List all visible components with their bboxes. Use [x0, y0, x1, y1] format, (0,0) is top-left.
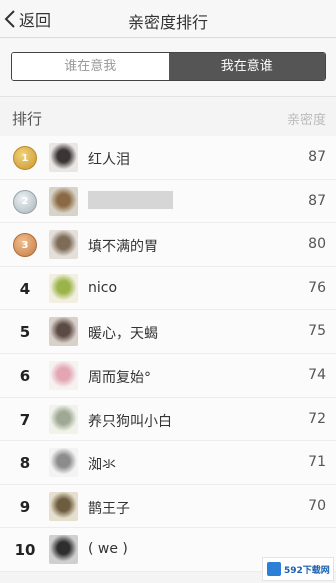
rank-indicator: 7: [12, 407, 38, 433]
list-item[interactable]: 1 红人泪 87: [0, 136, 336, 180]
avatar[interactable]: [49, 448, 78, 478]
friend-name: 鹊王子: [88, 500, 130, 517]
avatar[interactable]: [49, 273, 78, 303]
rank-number: 9: [19, 497, 31, 516]
watermark-text: 592下载网: [284, 565, 330, 576]
watermark: 592下载网: [262, 557, 334, 581]
rank-indicator: 10: [12, 537, 38, 563]
avatar[interactable]: [49, 317, 78, 347]
silver-medal-icon: 2: [13, 189, 37, 214]
friend-name: 填不满的胃: [88, 239, 158, 256]
friend-name: 红人泪: [88, 152, 130, 168]
list-item[interactable]: 2 87: [0, 180, 336, 224]
page-title: 亲密度排行: [127, 13, 208, 32]
avatar[interactable]: [49, 186, 78, 216]
bronze-medal-icon: 3: [13, 233, 37, 258]
list-item[interactable]: 6 周而复始° 74: [0, 354, 336, 398]
ranking-list: 1 红人泪 87 2 87 3 填不满的胃 80 4 nico 76 5 暖心，天蝎 75 6 周而复始° 74…: [0, 136, 336, 572]
intimacy-score: 80: [308, 236, 326, 253]
rank-indicator: 3: [12, 232, 38, 258]
top-nav-bar: 返回 亲密度排行: [0, 0, 336, 38]
rank-indicator: 4: [12, 276, 38, 302]
segmented-control: 谁在意我 我在意谁: [11, 52, 326, 81]
intimacy-score: 76: [308, 279, 326, 296]
intimacy-score: 72: [308, 410, 326, 427]
gold-medal-icon: 1: [13, 146, 37, 170]
rank-indicator: 8: [12, 450, 38, 476]
rank-indicator: 6: [12, 363, 38, 389]
avatar[interactable]: [49, 491, 78, 521]
rank-indicator: 1: [12, 145, 38, 171]
rank-number: 10: [14, 541, 36, 560]
friend-name: nico: [88, 279, 118, 296]
avatar[interactable]: [49, 230, 78, 260]
rank-number: 4: [19, 279, 31, 298]
friend-name: 养只狗叫小白: [88, 413, 172, 430]
segment-bar: 谁在意我 我在意谁: [0, 39, 336, 97]
rank-number: 8: [19, 454, 31, 473]
friend-name: ( we ): [88, 541, 128, 558]
list-item[interactable]: 3 填不满的胃 80: [0, 223, 336, 267]
intimacy-score: 87: [308, 149, 326, 165]
watermark-logo-icon: [267, 562, 281, 576]
intimacy-score: 75: [308, 323, 326, 340]
list-item[interactable]: 7 养只狗叫小白 72: [0, 398, 336, 442]
intimacy-score: 70: [308, 497, 326, 514]
list-item[interactable]: 9 鹊王子 70: [0, 485, 336, 529]
rank-number: 7: [19, 410, 31, 429]
list-item[interactable]: 5 暖心，天蝎 75: [0, 310, 336, 354]
intimacy-score: 71: [308, 454, 326, 471]
score-column-label: 亲密度: [286, 113, 326, 128]
list-item[interactable]: 4 nico 76: [0, 267, 336, 311]
intimacy-score: 87: [308, 192, 326, 209]
rank-number: 5: [19, 323, 31, 342]
redacted-name: [88, 190, 173, 209]
tab-who-i-care-about[interactable]: 我在意谁: [168, 53, 325, 80]
friend-name: 洳氺: [88, 457, 116, 474]
avatar[interactable]: [49, 535, 78, 565]
intimacy-score: 74: [308, 366, 326, 383]
friend-name: 暖心，天蝎: [88, 326, 158, 343]
avatar[interactable]: [49, 360, 78, 390]
rank-number: 6: [19, 366, 31, 385]
list-item[interactable]: 8 洳氺 71: [0, 441, 336, 485]
avatar[interactable]: [49, 143, 78, 172]
tab-who-cares-about-me[interactable]: 谁在意我: [12, 53, 169, 80]
rank-column-label: 排行: [12, 110, 43, 128]
avatar[interactable]: [49, 404, 78, 434]
rank-indicator: 5: [12, 319, 38, 345]
rank-indicator: 9: [12, 494, 38, 520]
list-header: 排行 亲密度: [0, 98, 336, 136]
rank-indicator: 2: [12, 189, 38, 215]
friend-name: 周而复始°: [88, 369, 151, 386]
